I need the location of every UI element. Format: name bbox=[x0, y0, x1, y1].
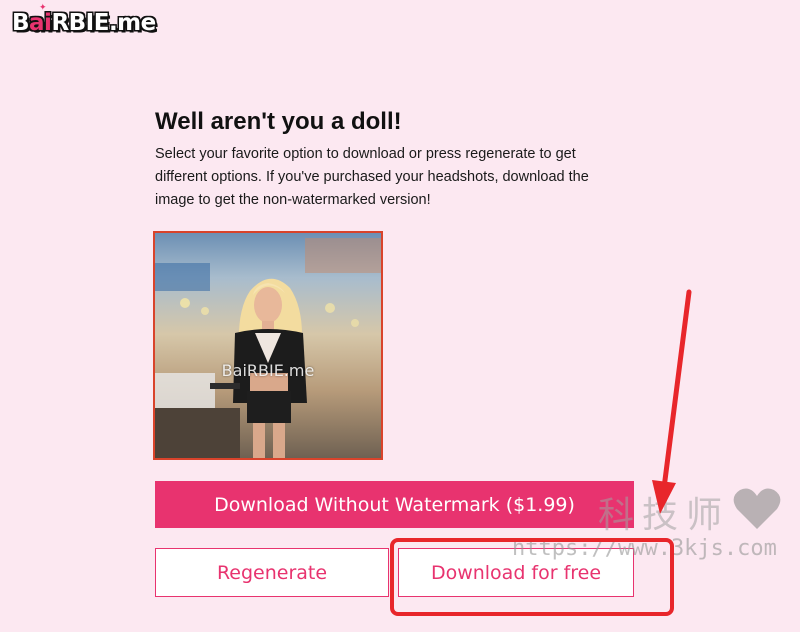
annotation-highlight-box bbox=[390, 538, 674, 616]
heart-icon bbox=[733, 488, 781, 529]
logo-text-ai: ai bbox=[29, 10, 52, 36]
doll-illustration bbox=[155, 238, 381, 458]
download-without-watermark-button[interactable]: Download Without Watermark ($1.99) bbox=[155, 481, 634, 528]
site-watermark-chinese: 科技师 bbox=[598, 495, 731, 536]
regenerate-button[interactable]: Regenerate bbox=[155, 548, 389, 597]
page-description: Select your favorite option to download … bbox=[155, 146, 589, 208]
image-watermark: BaiRBIE.me bbox=[221, 361, 315, 380]
sparkle-icon: ✦ bbox=[39, 3, 47, 13]
logo[interactable]: BaiRBIE.me ✦ bbox=[12, 3, 156, 36]
logo-text-b: B bbox=[12, 10, 30, 36]
logo-text-rest: RBIE.me bbox=[51, 10, 156, 36]
page-title: Well aren't you a doll! bbox=[155, 108, 402, 135]
generated-doll-image[interactable]: BaiRBIE.me bbox=[153, 231, 383, 460]
